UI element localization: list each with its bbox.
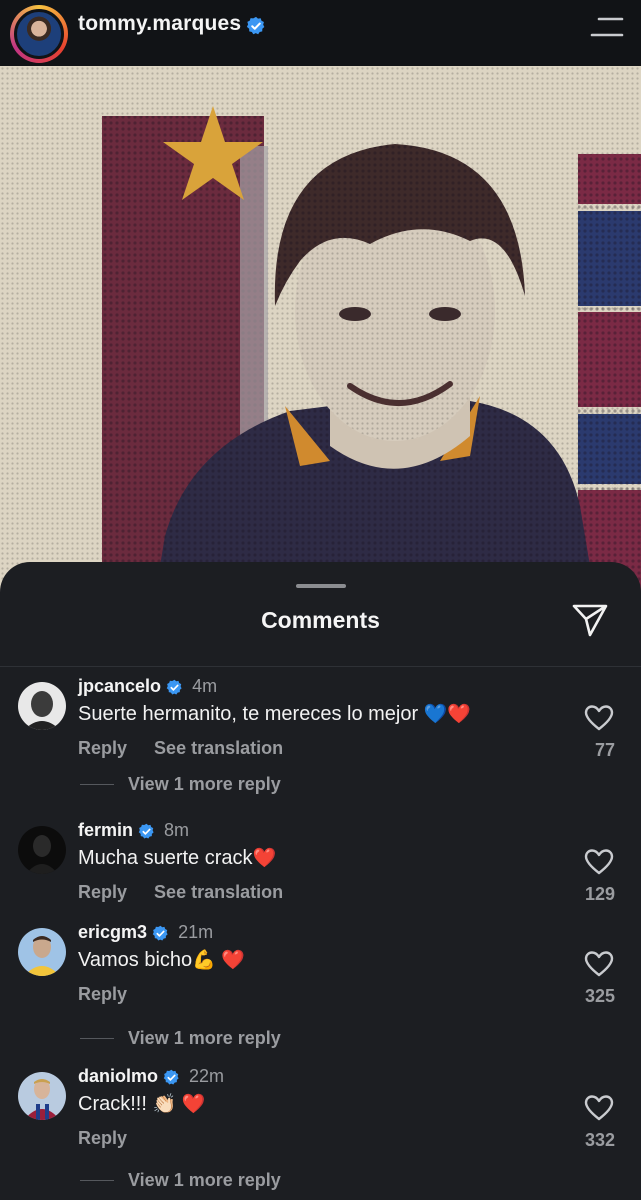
header-username[interactable]: tommy.marques	[78, 12, 241, 36]
verified-badge-icon	[166, 679, 182, 695]
commenter-avatar[interactable]	[18, 682, 66, 730]
reply-thread-line	[80, 1038, 114, 1039]
verified-badge-icon	[163, 1069, 179, 1085]
flexed-biceps-emoji: 💪	[192, 949, 216, 971]
heart-icon[interactable]	[584, 950, 614, 978]
heart-icon[interactable]	[584, 848, 614, 876]
like-count: 129	[584, 884, 615, 904]
comment-text: Suerte hermanito, te mereces lo mejor 💙❤…	[78, 703, 472, 725]
share-icon[interactable]	[570, 602, 610, 638]
reply-button[interactable]: Reply	[78, 882, 127, 902]
see-translation-button[interactable]: See translation	[154, 882, 283, 902]
comments-sheet: Comments jpcancelo 4m Suerte hermanito, …	[0, 562, 641, 1200]
menu-icon[interactable]	[590, 16, 624, 38]
sheet-divider	[0, 666, 641, 667]
blue-heart-emoji: 💙	[423, 703, 448, 725]
verified-badge-icon	[152, 925, 168, 941]
comment-time: 8m	[164, 820, 190, 840]
view-more-replies[interactable]: View 1 more reply	[80, 1028, 281, 1049]
comment-actions: Reply See translation	[78, 738, 305, 759]
reply-thread-line	[80, 1180, 114, 1181]
avatar-image	[18, 1072, 66, 1120]
verified-badge-icon	[246, 16, 265, 35]
red-heart-emoji: ❤️	[252, 847, 277, 869]
post-image[interactable]	[0, 66, 641, 626]
drag-handle[interactable]	[296, 584, 346, 588]
comment-time: 21m	[178, 922, 214, 942]
heart-icon[interactable]	[584, 1094, 614, 1122]
reply-button[interactable]: Reply	[78, 984, 127, 1004]
commenter-avatar[interactable]	[18, 928, 66, 976]
view-more-label: View 1 more reply	[128, 1028, 281, 1048]
avatar-image	[18, 826, 66, 874]
comment-time: 4m	[192, 676, 218, 696]
avatar-image	[14, 9, 64, 59]
instagram-post-page: tommy.marques Comments jpcancelo 4m Suer…	[0, 0, 641, 1200]
comment-actions: Reply See translation	[78, 882, 305, 903]
commenter-avatar[interactable]	[18, 826, 66, 874]
red-heart-emoji: ❤️	[221, 949, 246, 971]
comment-text: Vamos bicho💪 ❤️	[78, 949, 246, 971]
red-heart-emoji: ❤️	[181, 1093, 206, 1115]
heart-icon[interactable]	[584, 704, 614, 732]
comment-actions: Reply	[78, 984, 149, 1005]
post-header: tommy.marques	[0, 0, 641, 66]
like-count: 325	[584, 986, 615, 1006]
comment-text: Mucha suerte crack❤️	[78, 847, 277, 869]
reply-button[interactable]: Reply	[78, 738, 127, 758]
commenter-avatar[interactable]	[18, 1072, 66, 1120]
comment-time: 22m	[189, 1066, 225, 1086]
clapping-hands-emoji: 👏🏻	[152, 1093, 177, 1115]
red-heart-emoji: ❤️	[447, 703, 472, 725]
see-translation-button[interactable]: See translation	[154, 738, 283, 758]
profile-avatar[interactable]	[10, 5, 68, 63]
post-illustration	[0, 66, 641, 626]
commenter-username[interactable]: ericgm3 21m	[78, 922, 213, 943]
view-more-label: View 1 more reply	[128, 1170, 281, 1190]
avatar-image	[18, 682, 66, 730]
commenter-username[interactable]: jpcancelo 4m	[78, 676, 217, 697]
avatar-image	[18, 928, 66, 976]
view-more-replies[interactable]: View 1 more reply	[80, 774, 281, 795]
reply-button[interactable]: Reply	[78, 1128, 127, 1148]
commenter-username[interactable]: fermin 8m	[78, 820, 189, 841]
sheet-title: Comments	[261, 607, 380, 633]
comment-text: Crack!!! 👏🏻 ❤️	[78, 1093, 206, 1115]
like-count: 332	[584, 1130, 615, 1150]
like-count: 77	[594, 740, 615, 760]
view-more-label: View 1 more reply	[128, 774, 281, 794]
reply-thread-line	[80, 784, 114, 785]
commenter-username[interactable]: daniolmo 22m	[78, 1066, 224, 1087]
verified-badge-icon	[138, 823, 154, 839]
view-more-replies[interactable]: View 1 more reply	[80, 1170, 281, 1191]
comment-actions: Reply	[78, 1128, 149, 1149]
